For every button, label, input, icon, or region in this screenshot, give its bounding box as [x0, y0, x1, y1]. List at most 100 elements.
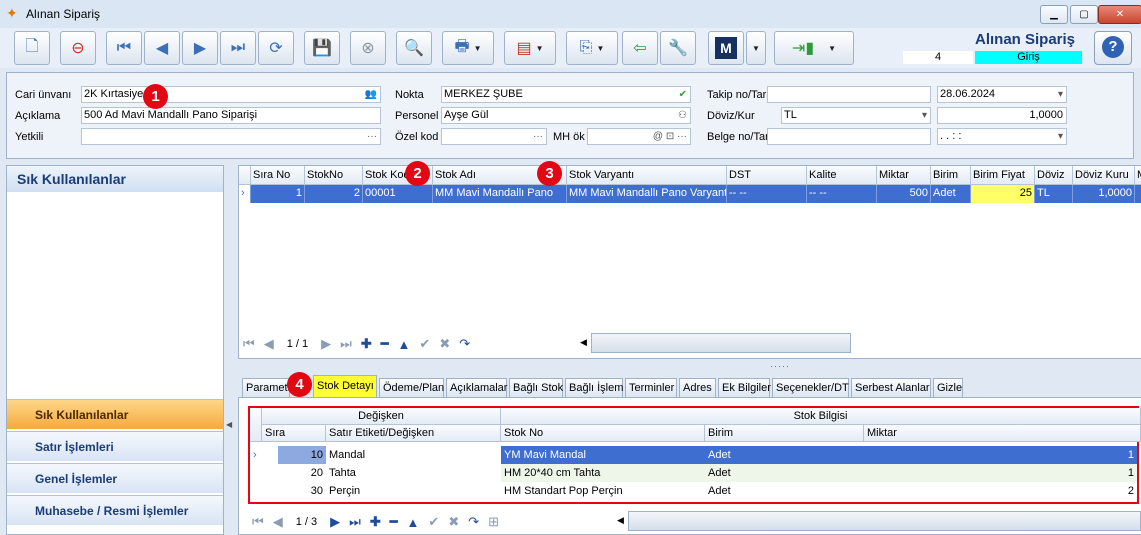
next-icon[interactable]: ▶ — [330, 514, 340, 530]
col-stok-varyanti[interactable]: Stok Varyantı — [567, 166, 727, 185]
takip-date-input[interactable]: 28.06.2024 ▾ — [937, 86, 1067, 103]
detail-row-1-sira[interactable]: 10 — [278, 446, 326, 464]
prev-icon[interactable]: ◀ — [273, 514, 283, 530]
col-detail-miktar[interactable]: Miktar — [864, 425, 1141, 442]
exit-button[interactable]: ⇥▮ ▼ — [774, 31, 854, 65]
cell-doviz[interactable]: TL — [1035, 185, 1073, 203]
personel-input[interactable]: Ayşe Gül ⚇ — [441, 107, 691, 124]
confirm-icon[interactable]: ✔ — [419, 336, 430, 352]
cell-dst[interactable]: -- -- — [727, 185, 807, 203]
yetkili-input[interactable]: ··· — [81, 128, 381, 145]
tab-parametre[interactable]: Parametre — [242, 378, 297, 397]
detail-row-1-miktar[interactable]: 1 — [864, 446, 1137, 464]
close-button[interactable]: ✕ — [1098, 5, 1141, 24]
check-icon[interactable]: ✔ — [679, 87, 687, 102]
cell-more[interactable] — [1135, 185, 1141, 203]
doviz-select[interactable]: TL ▾ — [781, 107, 931, 124]
tab-bagli-stok[interactable]: Bağlı Stok — [509, 378, 563, 397]
detail-row-2-birim[interactable]: Adet — [705, 464, 864, 482]
belge-input[interactable] — [767, 128, 931, 145]
save-button[interactable]: 💾 — [304, 31, 340, 65]
grid-horizontal-scrollbar[interactable]: ◀ — [580, 333, 851, 353]
detail-row-2-miktar[interactable]: 1 — [864, 464, 1137, 482]
cancel-icon[interactable]: ✖ — [439, 336, 450, 352]
tab-ek-bilgiler[interactable]: Ek Bilgiler — [718, 378, 771, 397]
undo-icon[interactable]: ↷ — [459, 336, 470, 352]
cell-kalite[interactable]: -- -- — [807, 185, 877, 203]
col-more[interactable]: M — [1135, 166, 1141, 185]
nav-accounting[interactable]: Muhasebe / Resmi İşlemler — [7, 495, 223, 525]
detail-row-3-stok[interactable]: HM Standart Pop Perçin — [501, 482, 705, 500]
detail-row-2-etiket[interactable]: Tahta — [326, 464, 501, 482]
first-icon[interactable]: ⏮ — [243, 336, 255, 352]
tab-adres[interactable]: Adres — [679, 378, 716, 397]
tools-button[interactable]: 🔧 — [660, 31, 696, 65]
nav-general-operations[interactable]: Genel İşlemler — [7, 463, 223, 493]
tab-gizle[interactable]: Gizle — [933, 378, 963, 397]
detail-row-3-birim[interactable]: Adet — [705, 482, 864, 500]
cell-stok-adi[interactable]: MM Mavi Mandallı Pano — [433, 185, 567, 203]
col-sira-no[interactable]: Sıra No — [251, 166, 305, 185]
import-button[interactable]: ⇦ — [622, 31, 658, 65]
m-dropdown-button[interactable]: ▼ — [746, 31, 766, 65]
new-record-button[interactable]: 🗋 — [14, 31, 50, 65]
m-button[interactable]: M — [708, 31, 744, 65]
col-miktar[interactable]: Miktar — [877, 166, 931, 185]
undo-icon[interactable]: ↷ — [468, 514, 479, 530]
grid-settings-icon[interactable]: ⊞ — [488, 514, 499, 530]
cell-doviz-kuru[interactable]: 1,0000 — [1073, 185, 1135, 203]
maximize-button[interactable]: ▢ — [1070, 5, 1098, 24]
detail-row-3-miktar[interactable]: 2 — [864, 482, 1137, 500]
first-record-button[interactable]: ⏮ — [106, 31, 142, 65]
prev-icon[interactable]: ◀ — [264, 336, 274, 352]
detail-row-1-etiket[interactable]: Mandal — [326, 446, 501, 464]
chevron-down-icon[interactable]: ▾ — [1058, 129, 1063, 144]
belge-date-input[interactable]: . . : : ▾ — [937, 128, 1067, 145]
users-icon[interactable]: 👥 — [365, 87, 377, 102]
col-kalite[interactable]: Kalite — [807, 166, 877, 185]
col-birim[interactable]: Birim — [931, 166, 971, 185]
copy-button[interactable]: ⎘ ▼ — [566, 31, 618, 65]
col-satir-etiketi[interactable]: Satır Etiketi/Değişken — [326, 425, 501, 442]
person-icon[interactable]: ⚇ — [678, 108, 687, 123]
move-up-icon[interactable]: ▲ — [407, 515, 420, 530]
scroll-left-icon[interactable]: ◀ — [580, 337, 587, 348]
cari-input[interactable]: 2K Kırtasiye 👥 — [81, 86, 381, 103]
detail-row-2-stok[interactable]: HM 20*40 cm Tahta — [501, 464, 705, 482]
cell-stokno[interactable]: 2 — [305, 185, 363, 203]
detail-row-2-sira[interactable]: 20 — [278, 464, 326, 482]
tab-odeme-plan[interactable]: Ödeme/Plan — [379, 378, 444, 397]
tab-aciklamalar[interactable]: Açıklamalar — [446, 378, 507, 397]
nav-favorites[interactable]: Sık Kullanılanlar — [7, 399, 223, 429]
chevron-down-icon[interactable]: ▾ — [1058, 87, 1063, 102]
tab-stok-detayi[interactable]: Stok Detayı — [313, 375, 377, 397]
col-dst[interactable]: DST — [727, 166, 807, 185]
remove-row-icon[interactable]: ━ — [381, 336, 389, 352]
takip-input[interactable] — [767, 86, 931, 103]
ellipsis-icon[interactable]: ··· — [367, 129, 377, 144]
nokta-input[interactable]: MERKEZ ŞUBE ✔ — [441, 86, 691, 103]
cell-stok-varyanti[interactable]: MM Mavi Mandallı Pano Varyantı — [567, 185, 727, 203]
next-icon[interactable]: ▶ — [321, 336, 331, 352]
confirm-icon[interactable]: ✔ — [428, 514, 439, 530]
add-row-icon[interactable]: ✚ — [361, 336, 372, 352]
cell-birim-fiyat[interactable]: 25 — [971, 185, 1035, 203]
scroll-left-icon[interactable]: ◀ — [617, 515, 624, 526]
move-up-icon[interactable]: ▲ — [398, 337, 411, 352]
mhok-input[interactable]: @ ⊡ ··· — [587, 128, 691, 145]
pdf-button[interactable]: ▤ ▼ — [504, 31, 556, 65]
detail-row-1-stok[interactable]: YM Mavi Mandal — [501, 446, 705, 464]
last-icon[interactable]: ⏭ — [340, 336, 352, 352]
last-record-button[interactable]: ⏭ — [220, 31, 256, 65]
last-icon[interactable]: ⏭ — [349, 514, 361, 530]
nav-row-operations[interactable]: Satır İşlemleri — [7, 431, 223, 461]
add-row-icon[interactable]: ✚ — [370, 514, 381, 530]
preview-button[interactable]: 🔍 — [396, 31, 432, 65]
detail-row-3-etiket[interactable]: Perçin — [326, 482, 501, 500]
at-icon[interactable]: @ ⊡ ··· — [653, 129, 687, 144]
detail-horizontal-scrollbar[interactable]: ◀ — [617, 511, 1141, 531]
collapse-left-icon[interactable]: ◀ — [226, 420, 232, 429]
col-doviz[interactable]: Döviz — [1035, 166, 1073, 185]
chevron-down-icon[interactable]: ▾ — [922, 108, 927, 123]
help-button[interactable]: ? — [1094, 31, 1132, 65]
